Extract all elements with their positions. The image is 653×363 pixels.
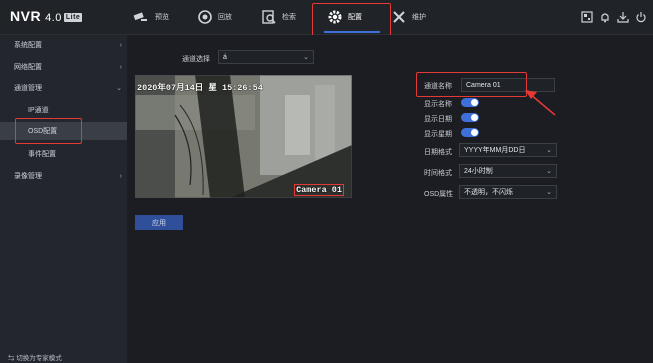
tab-config[interactable]: 配置 <box>320 0 384 34</box>
camera-feed-image <box>135 75 352 198</box>
chevron-right-icon: › <box>119 63 122 71</box>
sidebar: 系统配置 › 网络配置 › 通道管理 ⌄ IP通道 OSD配置 事件配置 录像管… <box>0 35 127 350</box>
expert-mode-toggle[interactable]: ⇆ 切换为专家模式 <box>0 350 127 363</box>
sidebar-item-osd-config[interactable]: OSD配置 <box>0 122 127 140</box>
search-icon <box>262 10 276 24</box>
top-right-icons <box>581 10 647 23</box>
app-logo: NVR 4.0 Lite <box>10 8 83 24</box>
osd-attribute-label: OSD属性 <box>424 191 454 198</box>
main-content: 通道选择 á ⌄ 2020年07月14日 星 15:26:54 Camera 0… <box>127 35 653 363</box>
playback-icon <box>198 10 212 24</box>
osd-date-overlay[interactable]: 2020年07月14日 星 15:26:54 <box>137 81 263 93</box>
chevron-down-icon: ⌄ <box>546 147 552 154</box>
chevron-right-icon: › <box>119 41 122 49</box>
channel-select[interactable]: á ⌄ <box>218 50 314 64</box>
active-tab-indicator <box>324 31 380 33</box>
video-preview[interactable]: 2020年07月14日 星 15:26:54 Camera 01 <box>135 75 352 198</box>
chevron-right-icon: › <box>119 172 122 180</box>
show-week-toggle[interactable] <box>461 128 479 137</box>
camera-icon <box>133 12 147 21</box>
channel-select-label: 通道选择 <box>182 56 210 63</box>
sidebar-item-system-config[interactable]: 系统配置 › <box>0 36 127 54</box>
tab-preview[interactable]: 预览 <box>133 0 169 34</box>
annotation-arrow-icon <box>525 90 556 116</box>
show-name-label: 显示名称 <box>424 101 452 108</box>
sidebar-item-recording-management[interactable]: 录像管理 › <box>0 167 127 185</box>
sidebar-item-network-config[interactable]: 网络配置 › <box>0 58 127 76</box>
gear-icon <box>328 10 342 24</box>
tab-playback[interactable]: 回放 <box>198 0 232 34</box>
tab-maintenance[interactable]: 维护 <box>392 0 426 34</box>
top-navigation-bar: NVR 4.0 Lite 预览 回放 检索 配置 维护 <box>0 0 653 35</box>
show-name-toggle[interactable] <box>461 98 479 107</box>
tab-search[interactable]: 检索 <box>262 0 296 34</box>
sidebar-item-event-config[interactable]: 事件配置 <box>0 145 127 163</box>
download-icon[interactable] <box>617 10 629 23</box>
chevron-down-icon: ⌄ <box>546 168 552 175</box>
show-week-label: 显示星期 <box>424 131 452 138</box>
date-format-label: 日期格式 <box>424 149 452 156</box>
osd-attribute-select[interactable]: 不透明，不闪烁 ⌄ <box>459 185 557 199</box>
sidebar-item-ip-channel[interactable]: IP通道 <box>0 101 127 119</box>
osd-camera-name-overlay[interactable]: Camera 01 <box>294 184 344 196</box>
time-format-label: 时间格式 <box>424 170 452 177</box>
show-date-toggle[interactable] <box>461 113 479 122</box>
channel-name-label: 通道名称 <box>424 83 452 90</box>
time-format-select[interactable]: 24小时制 ⌄ <box>459 164 557 178</box>
power-icon[interactable] <box>635 10 647 23</box>
sidebar-item-channel-management[interactable]: 通道管理 ⌄ <box>0 79 127 97</box>
date-format-select[interactable]: YYYY年MM月DD日 ⌄ <box>459 143 557 157</box>
chevron-down-icon: ⌄ <box>303 54 309 61</box>
show-date-label: 显示日期 <box>424 116 452 123</box>
bell-icon[interactable] <box>599 10 611 23</box>
apply-button[interactable]: 应用 <box>135 215 183 230</box>
qr-code-icon[interactable] <box>581 10 593 23</box>
chevron-down-icon: ⌄ <box>546 189 552 196</box>
chevron-down-icon: ⌄ <box>116 85 122 92</box>
tools-icon <box>393 11 405 23</box>
